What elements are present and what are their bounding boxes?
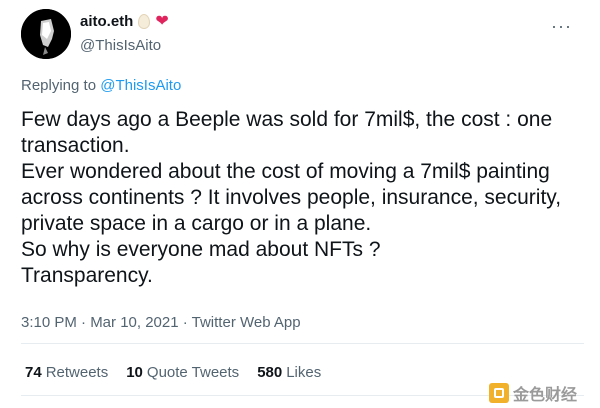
- retweets-stat[interactable]: 74 Retweets: [25, 364, 108, 381]
- egg-emoji-icon: [138, 14, 151, 29]
- divider: [21, 343, 584, 344]
- replying-to: Replying to @ThisIsAito: [21, 77, 181, 94]
- retweets-count: 74: [25, 364, 42, 381]
- avatar[interactable]: [21, 9, 71, 59]
- tweet-text: Few days ago a Beeple was sold for 7mil$…: [21, 107, 586, 289]
- quotes-stat[interactable]: 10 Quote Tweets: [126, 364, 239, 381]
- tweet-line: Transparency.: [21, 264, 153, 287]
- tweet-line: Ever wondered about the cost of moving a…: [21, 160, 562, 235]
- watermark: 金色财经: [489, 381, 577, 405]
- author-name-row: aito.eth ❤: [80, 13, 169, 30]
- avatar-figure-icon: [21, 9, 71, 59]
- jinse-logo-icon: [489, 383, 509, 403]
- retweets-label: Retweets: [45, 364, 109, 381]
- likes-stat[interactable]: 580 Likes: [257, 364, 321, 381]
- likes-count: 580: [257, 364, 283, 381]
- quotes-count: 10: [126, 364, 143, 381]
- display-name[interactable]: aito.eth: [80, 13, 133, 30]
- tweet-line: Few days ago a Beeple was sold for 7mil$…: [21, 108, 553, 157]
- tweet-meta[interactable]: 3:10 PM · Mar 10, 2021 · Twitter Web App: [21, 314, 301, 331]
- tweet-line: So why is everyone mad about NFTs ?: [21, 238, 381, 261]
- quotes-label: Quote Tweets: [146, 364, 240, 381]
- replying-to-label: Replying to: [21, 77, 97, 94]
- tweet-stats: 74 Retweets 10 Quote Tweets 580 Likes: [25, 364, 321, 381]
- more-options-icon[interactable]: ···: [551, 16, 572, 37]
- heart-emoji-icon: ❤: [155, 12, 169, 30]
- likes-label: Likes: [286, 364, 322, 381]
- replying-to-link[interactable]: @ThisIsAito: [100, 77, 181, 94]
- author-handle[interactable]: @ThisIsAito: [80, 37, 161, 54]
- watermark-text: 金色财经: [513, 387, 578, 404]
